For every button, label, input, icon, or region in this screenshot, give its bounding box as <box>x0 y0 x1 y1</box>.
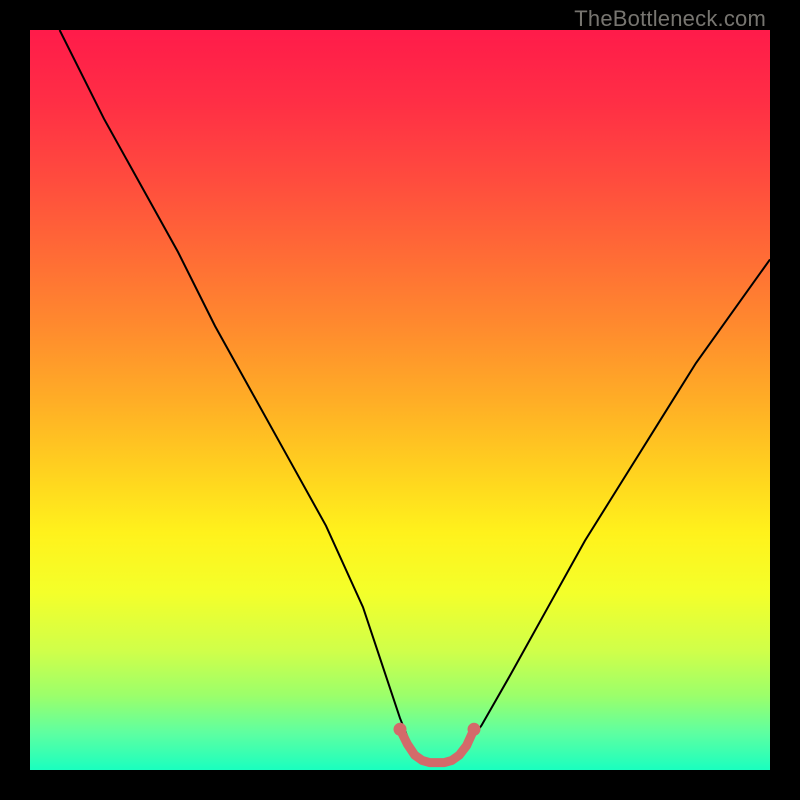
optimal-end-right <box>468 723 481 736</box>
gradient-bg <box>30 30 770 770</box>
chart-svg <box>30 30 770 770</box>
plot-area <box>30 30 770 770</box>
watermark-text: TheBottleneck.com <box>574 6 766 32</box>
optimal-end-left <box>394 723 407 736</box>
outer-black-frame: TheBottleneck.com <box>0 0 800 800</box>
